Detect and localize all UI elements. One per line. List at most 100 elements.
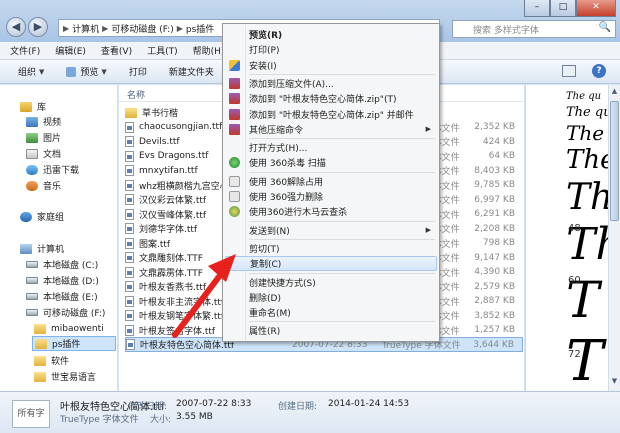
computer-icon: [20, 243, 32, 254]
context-menu-item[interactable]: 安装(I): [225, 58, 437, 73]
context-menu-item[interactable]: 打印(P): [225, 42, 437, 57]
scroll-up-icon[interactable]: ▲: [609, 87, 620, 99]
menu-help[interactable]: 帮助(H): [193, 44, 225, 57]
breadcrumb-computer[interactable]: 计算机: [72, 22, 99, 35]
created-value: 2014-01-24 14:53: [328, 399, 410, 409]
back-arrow-icon: ◀: [11, 20, 21, 33]
context-menu-item[interactable]: 添加到 "叶根友特色空心简体.zip" 并邮件: [225, 107, 437, 122]
context-menu-item[interactable]: 重命名(M): [225, 305, 437, 320]
print-button[interactable]: 打印: [129, 65, 147, 78]
context-menu-item[interactable]: 删除(D): [225, 290, 437, 305]
sidebar-item-pictures[interactable]: 图片: [26, 130, 61, 145]
menu-edit[interactable]: 编辑(E): [55, 44, 86, 57]
context-menu-item[interactable]: 使用360进行木马云查杀: [225, 204, 437, 219]
search-input[interactable]: 搜索 多样式字体 🔍: [452, 20, 616, 38]
context-menu-label: 打印(P): [249, 46, 280, 57]
context-menu-item[interactable]: 发送到(N) ▶: [225, 223, 437, 238]
context-menu-item[interactable]: 使用 360解除占用: [225, 174, 437, 189]
sidebar-item-label: mibaowenti: [51, 323, 104, 334]
context-menu-item[interactable]: 其他压缩命令 ▶: [225, 122, 437, 137]
sidebar-item-documents[interactable]: 文档: [26, 146, 61, 161]
context-menu-label: 使用360进行木马云查杀: [249, 208, 348, 219]
menu-separator: [249, 171, 435, 173]
file-size: 8,403 KB: [474, 165, 515, 176]
breadcrumb-separator-icon: ▶: [176, 23, 183, 33]
document-icon: [26, 148, 38, 159]
new-folder-button[interactable]: 新建文件夹: [169, 65, 214, 78]
context-menu-item[interactable]: 使用 360强力删除: [225, 189, 437, 204]
context-menu-item[interactable]: 剪切(T): [225, 241, 437, 256]
file-size: 9,785 KB: [474, 180, 515, 190]
preview-size-number: 48: [568, 223, 581, 234]
context-menu-item[interactable]: 属性(R): [225, 323, 437, 338]
modified-label: 修改日期:: [128, 402, 168, 412]
sidebar-item-computer[interactable]: 计算机: [20, 241, 64, 256]
sidebar-item-mibaowenti[interactable]: mibaowenti: [34, 321, 104, 336]
winrar-icon: [229, 123, 240, 135]
folder-icon: [34, 323, 46, 334]
preview-sample: The qu: [566, 105, 612, 120]
scrollbar-thumb[interactable]: [610, 101, 619, 221]
context-menu-label: 添加到压缩文件(A)...: [249, 79, 334, 90]
sidebar-item-drive-f[interactable]: 可移动磁盘 (F:): [26, 305, 105, 320]
menu-file[interactable]: 文件(F): [10, 44, 40, 57]
sidebar-item-label: 世宝易语言: [51, 373, 97, 383]
context-menu-item[interactable]: 复制(C): [225, 256, 437, 272]
help-icon[interactable]: ?: [592, 64, 606, 78]
sidebar-item-ps-plugins[interactable]: ps插件: [32, 336, 116, 351]
close-button[interactable]: ✕: [576, 0, 616, 17]
preview-size-number: 60: [568, 275, 581, 286]
chevron-down-icon: ▼: [39, 67, 45, 76]
winrar-icon: [229, 77, 240, 89]
sidebar-item-drive-e[interactable]: 本地磁盘 (E:): [26, 289, 98, 304]
scroll-down-icon[interactable]: ▼: [609, 377, 620, 389]
breadcrumb-ps-plugins[interactable]: ps插件: [186, 22, 214, 35]
trojan-scan-360-icon: [229, 206, 240, 218]
column-name[interactable]: 名称: [127, 88, 145, 101]
menu-tools[interactable]: 工具(T): [147, 44, 178, 57]
sidebar-item-label: 库: [37, 103, 47, 113]
maximize-button[interactable]: □: [550, 0, 576, 17]
context-menu-item[interactable]: 打开方式(H)...: [225, 140, 437, 155]
context-menu-item[interactable]: 添加到压缩文件(A)...: [225, 76, 437, 91]
breadcrumb-drive-f[interactable]: 可移动磁盘 (F:): [111, 22, 173, 35]
context-menu-item[interactable]: 使用 360杀毒 扫描: [225, 155, 437, 170]
sidebar-item-software[interactable]: 软件: [34, 353, 69, 368]
font-file-icon: [125, 136, 134, 147]
context-menu-item[interactable]: 添加到 "叶根友特色空心简体.zip"(T): [225, 91, 437, 106]
context-menu-label: 预览(R): [249, 31, 283, 41]
details-pane: 所有字 叶根友特色空心简体.ttf TrueType 字体文件 修改日期: 20…: [0, 391, 620, 433]
sidebar-item-library[interactable]: 库: [20, 99, 46, 114]
file-size: 4,390 KB: [474, 267, 515, 277]
back-button[interactable]: ◀: [6, 17, 26, 37]
menu-separator: [249, 220, 435, 222]
organize-button[interactable]: 组织 ▼: [18, 65, 45, 79]
sidebar-item-shibao[interactable]: 世宝易语言: [34, 369, 96, 384]
antivirus-360-icon: [229, 157, 240, 169]
submenu-arrow-icon: ▶: [425, 226, 431, 235]
preview-scrollbar[interactable]: ▲ ▼: [608, 85, 620, 391]
homegroup-icon: [20, 211, 32, 222]
preview-button[interactable]: 预览 ▼: [66, 65, 107, 78]
sidebar-item-video[interactable]: 视频: [26, 114, 61, 129]
sidebar-item-drive-d[interactable]: 本地磁盘 (D:): [26, 273, 99, 288]
sidebar-item-homegroup[interactable]: 家庭组: [20, 209, 64, 224]
forward-button[interactable]: ▶: [28, 17, 48, 37]
menu-separator: [249, 272, 435, 274]
file-size: 798 KB: [482, 238, 515, 248]
context-menu-item[interactable]: 创建快捷方式(S): [225, 275, 437, 290]
minimize-button[interactable]: –: [524, 0, 550, 17]
sidebar-item-music[interactable]: 音乐: [26, 178, 61, 193]
modified-value: 2007-07-22 8:33: [176, 399, 252, 409]
sidebar-item-label: 迅雷下载: [43, 166, 80, 176]
context-menu-label: 安装(I): [249, 61, 277, 72]
context-menu-item[interactable]: 预览(R): [225, 27, 437, 42]
view-options-icon[interactable]: [562, 65, 576, 77]
menu-view[interactable]: 查看(V): [101, 44, 132, 57]
file-size: 9,147 KB: [474, 252, 515, 263]
context-menu-label: 使用 360杀毒 扫描: [249, 159, 326, 170]
preview-sample: The qu: [566, 91, 602, 102]
sidebar-item-thunder[interactable]: 迅雷下载: [26, 162, 79, 177]
context-menu-label: 添加到 "叶根友特色空心简体.zip" 并邮件: [249, 110, 414, 121]
sidebar-item-drive-c[interactable]: 本地磁盘 (C:): [26, 257, 98, 272]
